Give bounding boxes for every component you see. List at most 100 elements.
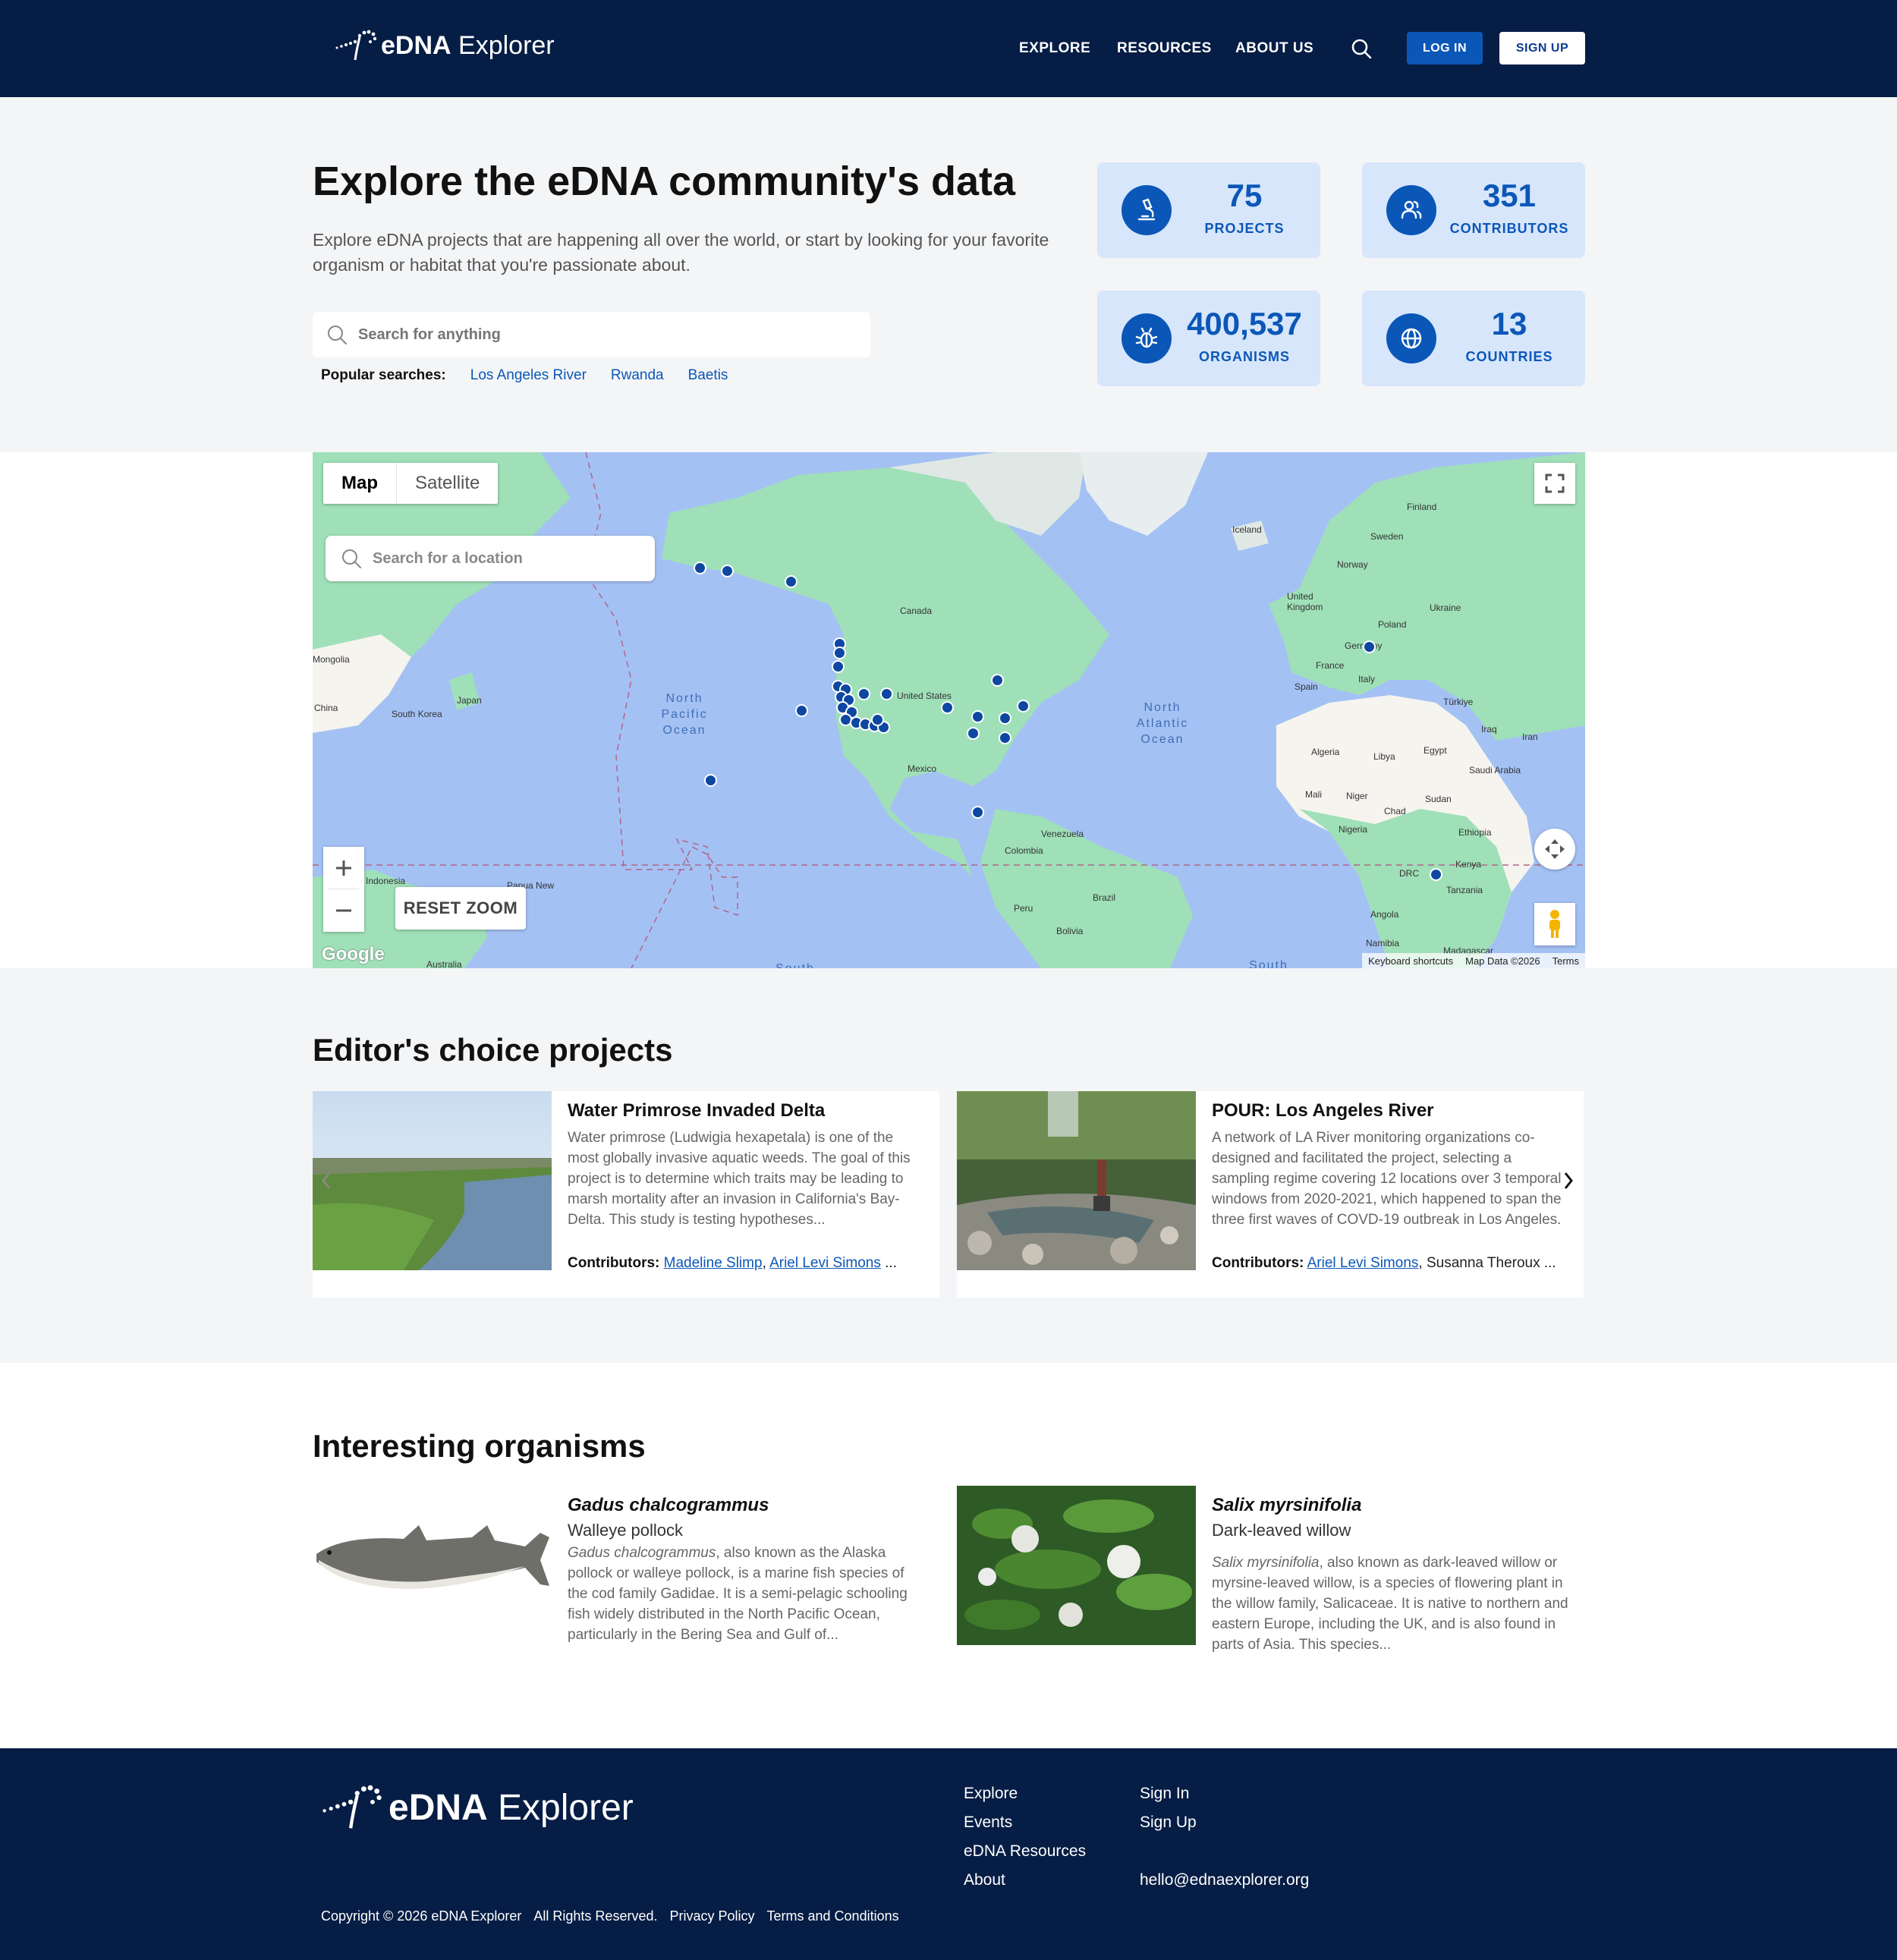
terms-conditions-link[interactable]: Terms and Conditions bbox=[767, 1908, 899, 1924]
ocean-label: South bbox=[1249, 959, 1288, 968]
world-map[interactable]: Map Satellite Search for a location Finl… bbox=[313, 452, 1585, 968]
project-pin[interactable] bbox=[1430, 868, 1442, 881]
map-attribution: Keyboard shortcuts Map Data ©2026 Terms bbox=[1362, 953, 1585, 968]
keyboard-shortcuts-link[interactable]: Keyboard shortcuts bbox=[1362, 955, 1459, 967]
project-contributors: Contributors: Ariel Levi Simons, Susanna… bbox=[1212, 1255, 1570, 1272]
project-pin[interactable] bbox=[991, 674, 1004, 687]
footer-link-sign-in[interactable]: Sign In bbox=[1140, 1785, 1189, 1803]
organism-desc-italic: Salix myrsinifolia bbox=[1212, 1555, 1320, 1571]
project-pin[interactable] bbox=[1017, 700, 1030, 713]
project-pin[interactable] bbox=[941, 701, 954, 714]
map-label: Mongolia bbox=[313, 654, 350, 665]
carousel-prev-button[interactable] bbox=[313, 1167, 340, 1194]
project-pin[interactable] bbox=[967, 727, 980, 740]
map-label: Iraq bbox=[1481, 724, 1497, 735]
project-pin[interactable] bbox=[971, 710, 984, 723]
footer-link-resources[interactable]: eDNA Resources bbox=[964, 1842, 1086, 1861]
carousel-next-button[interactable] bbox=[1555, 1167, 1582, 1194]
project-pin[interactable] bbox=[795, 704, 808, 717]
map-label: Poland bbox=[1378, 619, 1407, 630]
map-label: Sudan bbox=[1425, 794, 1452, 804]
project-pin[interactable] bbox=[694, 562, 706, 574]
map-type-satellite[interactable]: Satellite bbox=[397, 463, 498, 504]
ocean-label: North Atlantic Ocean bbox=[1136, 701, 1189, 746]
fullscreen-button[interactable] bbox=[1534, 463, 1575, 504]
organism-scientific-name[interactable]: Salix myrsinifolia bbox=[1212, 1495, 1361, 1516]
street-view-button[interactable] bbox=[1534, 903, 1575, 945]
organism-common-name: Dark-leaved willow bbox=[1212, 1521, 1351, 1540]
project-pin[interactable] bbox=[833, 647, 846, 659]
map-label: United States bbox=[897, 691, 952, 701]
global-search[interactable] bbox=[313, 312, 870, 357]
map-label: Mexico bbox=[908, 763, 937, 774]
organism-description: Salix myrsinifolia, also known as dark-l… bbox=[1212, 1553, 1568, 1655]
site-logo[interactable]: eDNA Explorer bbox=[334, 23, 555, 68]
project-card[interactable]: POUR: Los Angeles River A network of LA … bbox=[957, 1091, 1584, 1298]
microscope-icon bbox=[1122, 185, 1172, 235]
project-pin[interactable] bbox=[857, 687, 870, 700]
search-icon bbox=[328, 326, 347, 344]
location-search-placeholder: Search for a location bbox=[373, 549, 523, 567]
project-pin[interactable] bbox=[704, 774, 717, 787]
contributor-link[interactable]: Ariel Levi Simons bbox=[769, 1255, 881, 1271]
project-card[interactable]: Water Primrose Invaded Delta Water primr… bbox=[313, 1091, 939, 1298]
search-icon bbox=[342, 549, 361, 568]
terms-link[interactable]: Terms bbox=[1546, 955, 1585, 967]
reset-zoom-button[interactable]: RESET ZOOM bbox=[395, 887, 526, 930]
camera-control-button[interactable] bbox=[1534, 829, 1575, 870]
project-title[interactable]: POUR: Los Angeles River bbox=[1212, 1100, 1434, 1122]
popular-link-baetis[interactable]: Baetis bbox=[688, 367, 728, 384]
map-label: Spain bbox=[1295, 681, 1318, 692]
footer-logo[interactable]: eDNA Explorer bbox=[319, 1780, 634, 1835]
nav-explore[interactable]: EXPLORE bbox=[1019, 40, 1090, 57]
project-description: Water primrose (Ludwigia hexapetala) is … bbox=[568, 1130, 911, 1228]
contributor-link[interactable]: Ariel Levi Simons bbox=[1307, 1255, 1419, 1271]
bug-icon bbox=[1122, 313, 1172, 363]
privacy-policy-link[interactable]: Privacy Policy bbox=[669, 1908, 754, 1924]
organism-desc-italic: Gadus chalcogrammus bbox=[568, 1545, 716, 1561]
popular-link-rwanda[interactable]: Rwanda bbox=[611, 367, 664, 384]
footer-link-sign-up[interactable]: Sign Up bbox=[1140, 1814, 1197, 1832]
contributors-label: Contributors: bbox=[568, 1255, 660, 1271]
nav-about-us[interactable]: ABOUT US bbox=[1235, 40, 1313, 57]
project-pin[interactable] bbox=[971, 806, 984, 819]
map-type-map[interactable]: Map bbox=[323, 463, 397, 504]
project-pin[interactable] bbox=[999, 712, 1011, 725]
zoom-out-button[interactable] bbox=[335, 889, 353, 932]
project-pin[interactable] bbox=[880, 687, 893, 700]
stat-countries-value: 13 bbox=[1491, 306, 1527, 341]
location-search[interactable]: Search for a location bbox=[326, 536, 655, 581]
footer-link-about[interactable]: About bbox=[964, 1871, 1005, 1889]
popular-link-la-river[interactable]: Los Angeles River bbox=[470, 367, 587, 384]
zoom-control bbox=[323, 847, 364, 932]
google-logo: Google bbox=[322, 944, 385, 964]
map-label: Peru bbox=[1014, 903, 1033, 914]
site-footer: eDNA Explorer Explore Events eDNA Resour… bbox=[0, 1748, 1897, 1960]
project-pin[interactable] bbox=[871, 713, 884, 726]
search-input[interactable] bbox=[358, 326, 813, 344]
zoom-in-button[interactable] bbox=[329, 847, 359, 889]
signup-button[interactable]: SIGN UP bbox=[1499, 32, 1585, 64]
contributor-link[interactable]: Madeline Slimp bbox=[664, 1255, 763, 1271]
login-button[interactable]: LOG IN bbox=[1407, 32, 1483, 64]
chevron-left-icon bbox=[322, 1172, 331, 1189]
project-pin[interactable] bbox=[1363, 640, 1376, 653]
project-pin[interactable] bbox=[721, 565, 734, 577]
map-label: Iceland bbox=[1232, 524, 1262, 535]
organism-scientific-name[interactable]: Gadus chalcogrammus bbox=[568, 1495, 769, 1516]
project-title[interactable]: Water Primrose Invaded Delta bbox=[568, 1100, 825, 1122]
stat-organisms-label: ORGANISMS bbox=[1198, 349, 1290, 364]
project-image-delta bbox=[313, 1091, 552, 1270]
search-icon[interactable] bbox=[1351, 38, 1372, 59]
organism-image-willow bbox=[957, 1486, 1196, 1645]
footer-link-events[interactable]: Events bbox=[964, 1814, 1012, 1832]
project-pin[interactable] bbox=[785, 575, 797, 588]
map-label: Sweden bbox=[1370, 531, 1404, 542]
footer-link-explore[interactable]: Explore bbox=[964, 1785, 1018, 1803]
popular-searches: Popular searches: Los Angeles River Rwan… bbox=[321, 367, 752, 384]
map-type-control: Map Satellite bbox=[323, 463, 499, 504]
nav-resources[interactable]: RESOURCES bbox=[1117, 40, 1212, 57]
project-pin[interactable] bbox=[999, 731, 1011, 744]
project-pin[interactable] bbox=[832, 660, 845, 673]
footer-email-link[interactable]: hello@ednaexplorer.org bbox=[1140, 1871, 1309, 1889]
